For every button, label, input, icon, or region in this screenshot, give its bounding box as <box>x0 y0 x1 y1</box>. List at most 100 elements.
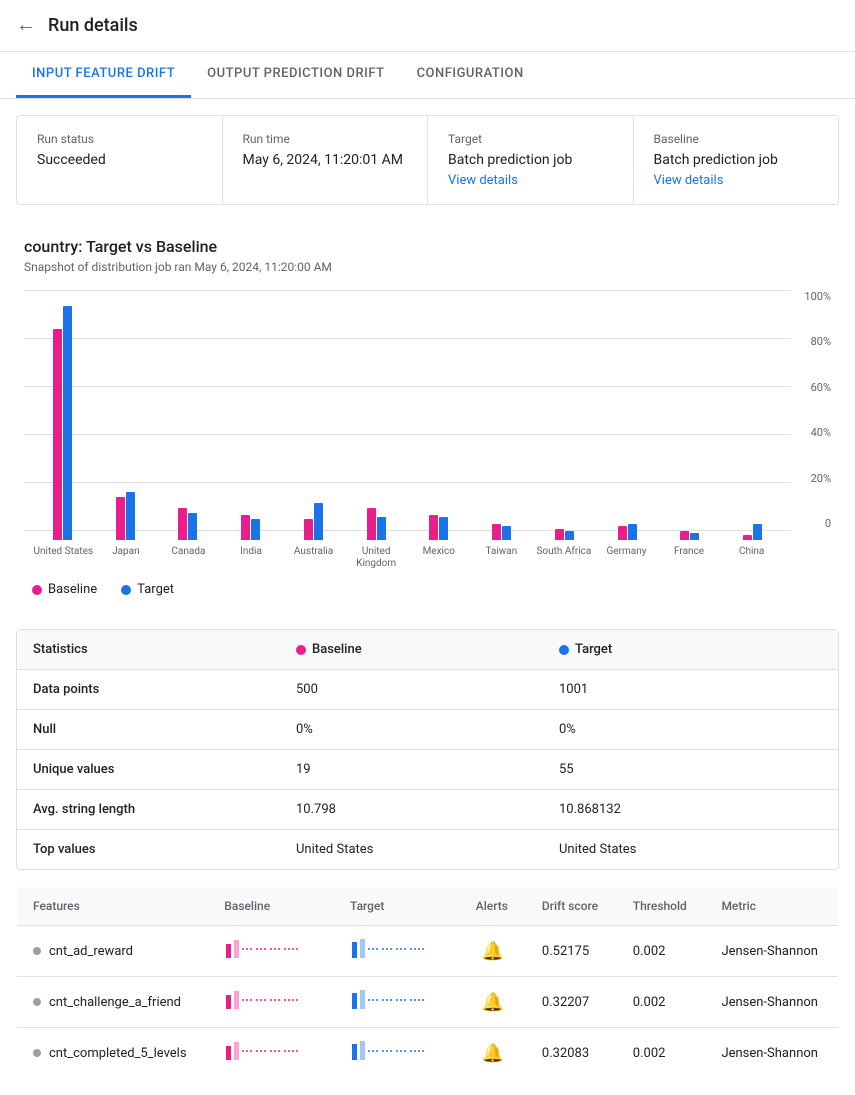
info-card-run-time: Run time May 6, 2024, 11:20:01 AM <box>223 116 429 204</box>
legend-target-label: Target <box>137 582 174 597</box>
stats-label-avg-string: Avg. string length <box>33 802 296 817</box>
stats-baseline-header: Baseline <box>312 642 362 657</box>
features-col-threshold: Threshold <box>617 887 706 926</box>
feature-target-chart <box>334 1028 460 1079</box>
bar-pair <box>743 524 762 540</box>
tab-configuration[interactable]: CONFIGURATION <box>401 52 540 98</box>
feature-drift-score: 0.32083 <box>526 1028 617 1079</box>
stats-col-baseline: Baseline <box>296 642 559 657</box>
baseline-bar <box>555 529 564 540</box>
feature-baseline-chart <box>208 977 334 1028</box>
legend-target: Target <box>121 582 174 597</box>
target-label: Target <box>448 132 613 146</box>
chart-title: country: Target vs Baseline <box>24 237 831 256</box>
target-bar <box>251 519 260 540</box>
bar-pair <box>53 306 72 540</box>
y-label-80: 80% <box>804 335 831 348</box>
features-table: Features Baseline Target Alerts Drift sc… <box>16 886 839 1079</box>
baseline-bar <box>304 519 313 540</box>
stats-row-unique: Unique values 19 55 <box>17 750 838 790</box>
target-bar <box>628 524 637 540</box>
feature-row: cnt_ad_reward 🔔0.521750.002Jensen-Shanno… <box>17 926 839 977</box>
tab-output-prediction-drift[interactable]: OUTPUT PREDICTION DRIFT <box>191 52 400 98</box>
baseline-view-details-link[interactable]: View details <box>654 173 724 188</box>
bar-pair <box>618 524 637 540</box>
baseline-bar <box>53 329 62 540</box>
features-col-metric: Metric <box>705 887 838 926</box>
features-col-drift-score: Drift score <box>526 887 617 926</box>
bar-group <box>660 531 721 540</box>
feature-name: cnt_challenge_a_friend <box>17 977 209 1028</box>
feature-row: cnt_challenge_a_friend 🔔0.322070.002Jens… <box>17 977 839 1028</box>
feature-metric: Jensen-Shannon <box>705 977 838 1028</box>
stats-label-data-points: Data points <box>33 682 296 697</box>
legend-baseline-dot <box>32 585 42 595</box>
baseline-bar <box>241 515 250 540</box>
grid-line-100 <box>24 290 791 291</box>
info-card-run-status: Run status Succeeded <box>17 116 223 204</box>
feature-target-chart <box>334 926 460 977</box>
target-bar <box>63 306 72 540</box>
feature-row: cnt_completed_5_levels 🔔0.320830.002Jens… <box>17 1028 839 1079</box>
target-bar <box>188 513 197 540</box>
chart-subtitle: Snapshot of distribution job ran May 6, … <box>24 260 831 274</box>
x-label: France <box>658 546 721 570</box>
tabs-bar: INPUT FEATURE DRIFT OUTPUT PREDICTION DR… <box>0 52 855 99</box>
bar-pair <box>241 515 260 540</box>
features-col-target: Target <box>334 887 460 926</box>
x-labels: United StatesJapanCanadaIndiaAustraliaUn… <box>24 546 791 570</box>
x-label: United Kingdom <box>345 546 408 570</box>
bar-group <box>409 515 470 540</box>
legend-baseline-label: Baseline <box>48 582 97 597</box>
page-title: Run details <box>48 15 138 36</box>
run-status-label: Run status <box>37 132 202 146</box>
target-bar <box>690 533 699 540</box>
target-bar <box>565 531 574 540</box>
target-bar <box>439 517 448 540</box>
feature-drift-score: 0.32207 <box>526 977 617 1028</box>
stats-val-unique-target: 55 <box>559 762 822 777</box>
bar-pair <box>178 508 197 540</box>
header: ← Run details <box>0 0 855 52</box>
y-label-0: 0 <box>804 517 831 530</box>
feature-alert: 🔔 <box>460 926 526 977</box>
stats-row-null: Null 0% 0% <box>17 710 838 750</box>
bar-group <box>534 529 595 540</box>
stats-val-top-values-target: United States <box>559 842 822 857</box>
x-label: Canada <box>157 546 220 570</box>
stats-val-null-target: 0% <box>559 722 822 737</box>
bar-group <box>597 524 658 540</box>
bar-group <box>220 515 281 540</box>
back-button[interactable]: ← <box>16 14 36 37</box>
run-time-value: May 6, 2024, 11:20:01 AM <box>243 152 408 168</box>
y-label-40: 40% <box>804 426 831 439</box>
features-header-row: Features Baseline Target Alerts Drift sc… <box>17 887 839 926</box>
stats-val-data-points-baseline: 500 <box>296 682 559 697</box>
baseline-bar <box>367 508 376 540</box>
stats-label-null: Null <box>33 722 296 737</box>
target-bar <box>502 526 511 540</box>
stats-header: Statistics Baseline Target <box>17 630 838 670</box>
alert-bell-icon: 🔔 <box>482 941 504 962</box>
bar-pair <box>680 531 699 540</box>
x-label: Mexico <box>407 546 470 570</box>
feature-dot <box>33 998 41 1006</box>
x-label: China <box>720 546 783 570</box>
target-bar <box>377 517 386 540</box>
chart-section: country: Target vs Baseline Snapshot of … <box>0 221 855 613</box>
features-col-name: Features <box>17 887 209 926</box>
baseline-value: Batch prediction job <box>654 152 819 168</box>
y-label-100: 100% <box>804 290 831 303</box>
bar-group <box>32 306 93 540</box>
target-bar <box>753 524 762 540</box>
x-label: India <box>220 546 283 570</box>
tab-input-feature-drift[interactable]: INPUT FEATURE DRIFT <box>16 52 191 98</box>
baseline-bar <box>492 524 501 540</box>
x-label: Taiwan <box>470 546 533 570</box>
baseline-bar <box>429 515 438 540</box>
target-view-details-link[interactable]: View details <box>448 173 518 188</box>
stats-row-data-points: Data points 500 1001 <box>17 670 838 710</box>
features-col-baseline: Baseline <box>208 887 334 926</box>
chart-legend: Baseline Target <box>24 582 831 597</box>
bar-pair <box>304 503 323 540</box>
